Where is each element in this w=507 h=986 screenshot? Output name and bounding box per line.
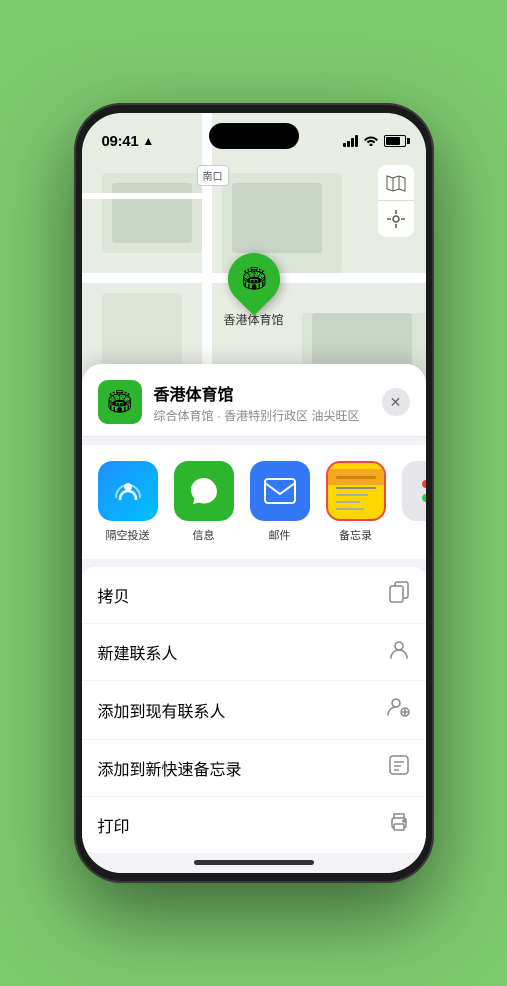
airdrop-label: 隔空投送 bbox=[106, 527, 150, 543]
share-more[interactable]: 推 bbox=[402, 461, 426, 543]
map-pin: 🏟 香港体育馆 bbox=[223, 253, 283, 328]
mail-icon bbox=[250, 461, 310, 521]
home-indicator bbox=[194, 860, 314, 865]
share-notes[interactable]: 备忘录 bbox=[326, 461, 386, 543]
mail-label: 邮件 bbox=[269, 527, 291, 543]
venue-name: 香港体育馆 bbox=[154, 381, 370, 405]
action-list: 拷贝 新建联系人 bbox=[82, 567, 426, 853]
phone-frame: 09:41 ▲ bbox=[74, 103, 434, 883]
status-icons bbox=[343, 134, 406, 149]
action-new-contact[interactable]: 新建联系人 bbox=[82, 624, 426, 681]
sheet-header: 🏟 香港体育馆 综合体育馆 · 香港特别行政区 油尖旺区 ✕ bbox=[82, 364, 426, 437]
map-south-entrance-label: 南口 bbox=[197, 165, 229, 186]
wifi-icon bbox=[363, 134, 379, 149]
share-messages[interactable]: 信息 bbox=[174, 461, 234, 543]
action-add-note-label: 添加到新快速备忘录 bbox=[98, 756, 242, 780]
action-print-label: 打印 bbox=[98, 813, 130, 837]
action-print[interactable]: 打印 bbox=[82, 797, 426, 853]
action-copy[interactable]: 拷贝 bbox=[82, 567, 426, 624]
copy-icon bbox=[388, 581, 410, 609]
pin-icon: 🏟 bbox=[240, 266, 268, 292]
action-add-contact-label: 添加到现有联系人 bbox=[98, 698, 226, 722]
signal-bars bbox=[343, 135, 358, 147]
pin-circle: 🏟 bbox=[217, 242, 291, 316]
map-type-button[interactable] bbox=[378, 165, 414, 201]
notes-label: 备忘录 bbox=[339, 527, 372, 543]
messages-label: 信息 bbox=[193, 527, 215, 543]
messages-icon bbox=[174, 461, 234, 521]
map-controls bbox=[378, 165, 414, 237]
dynamic-island bbox=[209, 123, 299, 149]
add-contact-icon bbox=[386, 695, 410, 725]
action-add-note[interactable]: 添加到新快速备忘录 bbox=[82, 740, 426, 797]
more-icon bbox=[402, 461, 426, 521]
status-time: 09:41 bbox=[102, 133, 139, 150]
bottom-sheet: 🏟 香港体育馆 综合体育馆 · 香港特别行政区 油尖旺区 ✕ bbox=[82, 364, 426, 873]
share-mail[interactable]: 邮件 bbox=[250, 461, 310, 543]
venue-icon: 🏟 bbox=[98, 380, 142, 424]
share-airdrop[interactable]: 隔空投送 bbox=[98, 461, 158, 543]
location-button[interactable] bbox=[378, 201, 414, 237]
sheet-close-button[interactable]: ✕ bbox=[382, 388, 410, 416]
new-contact-icon bbox=[388, 638, 410, 666]
venue-desc: 综合体育馆 · 香港特别行政区 油尖旺区 bbox=[154, 407, 370, 424]
phone-screen: 09:41 ▲ bbox=[82, 113, 426, 873]
quick-note-icon bbox=[388, 754, 410, 782]
action-copy-label: 拷贝 bbox=[98, 583, 130, 607]
location-icon: ▲ bbox=[142, 134, 154, 148]
battery-icon bbox=[384, 135, 406, 147]
airdrop-icon bbox=[98, 461, 158, 521]
share-row: 隔空投送 信息 bbox=[82, 445, 426, 559]
print-icon bbox=[388, 811, 410, 839]
notes-icon bbox=[326, 461, 386, 521]
action-add-contact[interactable]: 添加到现有联系人 bbox=[82, 681, 426, 740]
venue-info: 香港体育馆 综合体育馆 · 香港特别行政区 油尖旺区 bbox=[154, 381, 370, 424]
action-new-contact-label: 新建联系人 bbox=[98, 640, 178, 664]
